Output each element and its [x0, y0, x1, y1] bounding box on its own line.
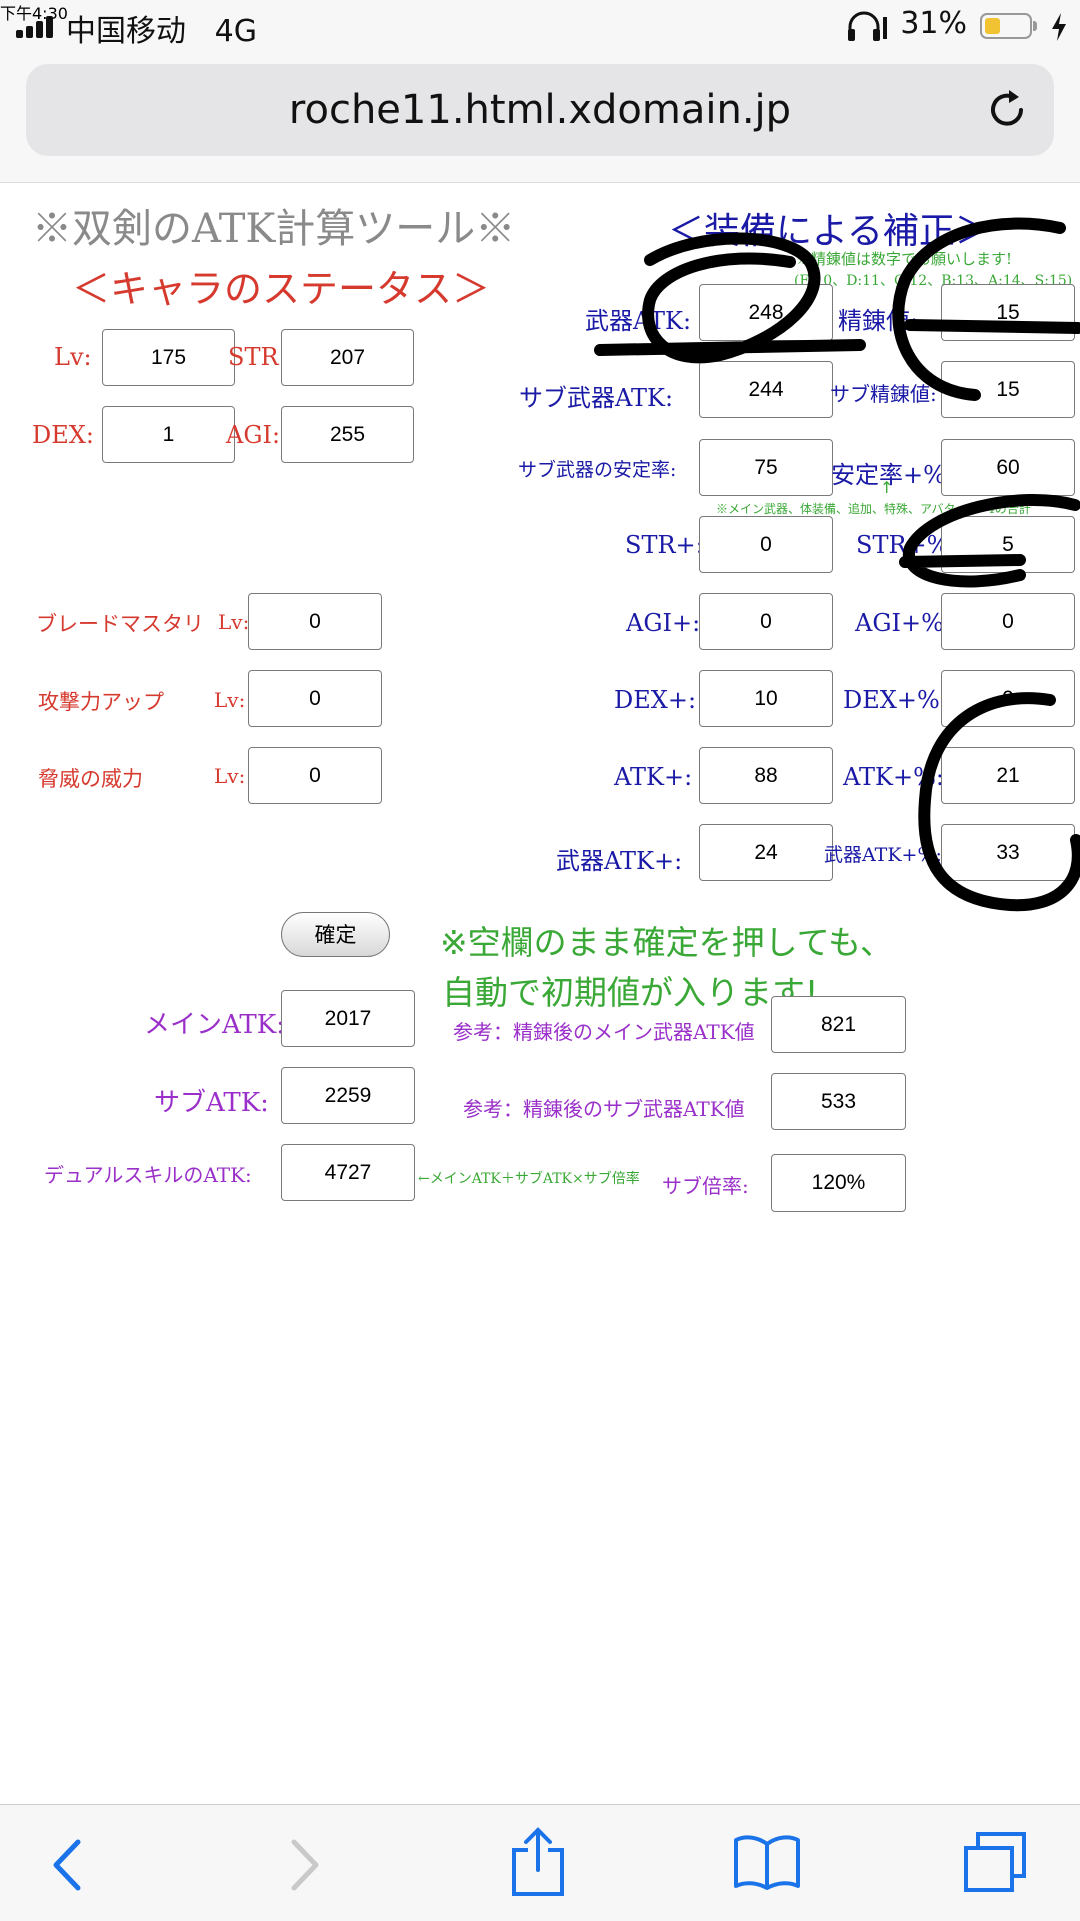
agi-plus-input[interactable]: 0	[699, 593, 833, 650]
headphones-icon	[848, 11, 887, 41]
str-plus-label: STR+:	[625, 531, 704, 559]
agi-pct-input[interactable]: 0	[941, 593, 1075, 650]
url-text[interactable]: roche11.html.xdomain.jp	[26, 64, 1054, 156]
dex-pct-label: DEX+%:	[843, 686, 948, 714]
blank-note-line2: 自動で初期値が入ります!	[442, 973, 819, 1012]
tabs-icon[interactable]	[962, 1830, 1028, 1894]
charging-icon	[1052, 13, 1066, 41]
skill-lv-label: Lv:	[214, 764, 246, 788]
atk-plus-input[interactable]: 88	[699, 747, 833, 804]
ref-main-label: 参考：精錬後のメイン武器ATK値	[453, 1020, 755, 1044]
main-atk-output: 2017	[281, 990, 415, 1047]
weapon-atk-plus-input[interactable]: 24	[699, 824, 833, 881]
ref-sub-output: 533	[771, 1073, 906, 1130]
ref-main-output: 821	[771, 996, 906, 1053]
dual-atk-label: デュアルスキルのATK:	[44, 1163, 252, 1187]
atk-plus-label: ATK+:	[614, 763, 693, 791]
sub-refine-input[interactable]: 15	[941, 361, 1075, 418]
lv-label: Lv:	[54, 343, 92, 371]
skill-label-threat-power: 脅威の威力	[38, 767, 143, 791]
ref-sub-label: 参考：精錬後のサブ武器ATK値	[463, 1097, 745, 1121]
refine-note: ※精錬値は数字でお願いします!	[796, 250, 1013, 268]
page-title: ※双剣のATK計算ツール※	[32, 206, 516, 252]
threat-power-input[interactable]: 0	[248, 747, 382, 804]
share-icon[interactable]	[510, 1826, 566, 1898]
stability-plus-input[interactable]: 60	[941, 439, 1075, 496]
str-pct-input[interactable]: 5	[941, 516, 1075, 573]
str-input[interactable]: 207	[281, 329, 414, 386]
confirm-button[interactable]: 確定	[281, 912, 390, 957]
sub-stability-label: サブ武器の安定率:	[518, 459, 677, 481]
sub-atk-label: サブATK:	[154, 1088, 269, 1118]
agi-pct-label: AGI+%:	[855, 609, 952, 637]
sub-atk-output: 2259	[281, 1067, 415, 1124]
weapon-atk-label: 武器ATK:	[585, 307, 692, 335]
refine-input[interactable]: 15	[941, 284, 1075, 341]
sub-refine-label: サブ精錬値:	[830, 382, 937, 406]
bookmarks-icon[interactable]	[732, 1834, 802, 1890]
formula-note: ←メインATK＋サブATK×サブ倍率	[418, 1171, 640, 1187]
skill-label-blade-mastery: ブレードマスタリ	[36, 612, 204, 636]
skill-label-attack-up: 攻撃力アップ	[38, 690, 164, 714]
blade-mastery-input[interactable]: 0	[248, 593, 382, 650]
agi-input[interactable]: 255	[281, 406, 414, 463]
weapon-atk-input[interactable]: 248	[699, 284, 833, 341]
main-atk-label: メインATK:	[144, 1010, 285, 1040]
atk-pct-input[interactable]: 21	[941, 747, 1075, 804]
weapon-atk-pct-label: 武器ATK+%:	[824, 844, 942, 866]
battery-percent: 31%	[900, 6, 967, 41]
sub-ratio-label: サブ倍率:	[662, 1174, 749, 1198]
char-section-heading: ＜キャラのステータス＞	[72, 267, 491, 311]
lv-input[interactable]: 175	[102, 329, 235, 386]
skill-lv-label: Lv:	[218, 610, 250, 634]
dex-input[interactable]: 1	[102, 406, 235, 463]
battery-icon	[980, 13, 1032, 39]
atk-pct-label: ATK+%:	[843, 763, 944, 791]
reload-icon[interactable]	[985, 87, 1031, 133]
attack-up-input[interactable]: 0	[248, 670, 382, 727]
sub-ratio-output: 120%	[771, 1154, 906, 1212]
sum-note: ※メイン武器、体装備、追加、特殊、アバター2〜4の合計	[716, 502, 1031, 516]
dex-plus-label: DEX+:	[614, 686, 697, 714]
skill-lv-label: Lv:	[214, 688, 246, 712]
dex-pct-input[interactable]: 0	[941, 670, 1075, 727]
dex-plus-input[interactable]: 10	[699, 670, 833, 727]
agi-plus-label: AGI+:	[626, 609, 701, 637]
back-icon[interactable]	[50, 1838, 84, 1892]
str-label: STR:	[228, 343, 287, 371]
blank-note-line1: ※空欄のまま確定を押しても、	[440, 923, 894, 962]
weapon-atk-pct-input[interactable]: 33	[941, 824, 1075, 881]
weapon-atk-plus-label: 武器ATK+:	[556, 847, 683, 875]
equip-section-heading: ＜装備による補正＞	[668, 211, 991, 252]
battery-tip	[1033, 21, 1037, 31]
str-plus-input[interactable]: 0	[699, 516, 833, 573]
dex-label: DEX:	[32, 421, 94, 449]
sub-stability-input[interactable]: 75	[699, 439, 833, 496]
sub-weapon-atk-label: サブ武器ATK:	[519, 384, 674, 412]
dual-atk-output: 4727	[281, 1144, 415, 1201]
refine-label: 精錬値:	[838, 307, 919, 335]
forward-icon[interactable]	[288, 1838, 322, 1892]
agi-label: AGI:	[226, 421, 281, 449]
arrow-up-note: ↑	[880, 478, 894, 497]
sub-weapon-atk-input[interactable]: 244	[699, 361, 833, 418]
